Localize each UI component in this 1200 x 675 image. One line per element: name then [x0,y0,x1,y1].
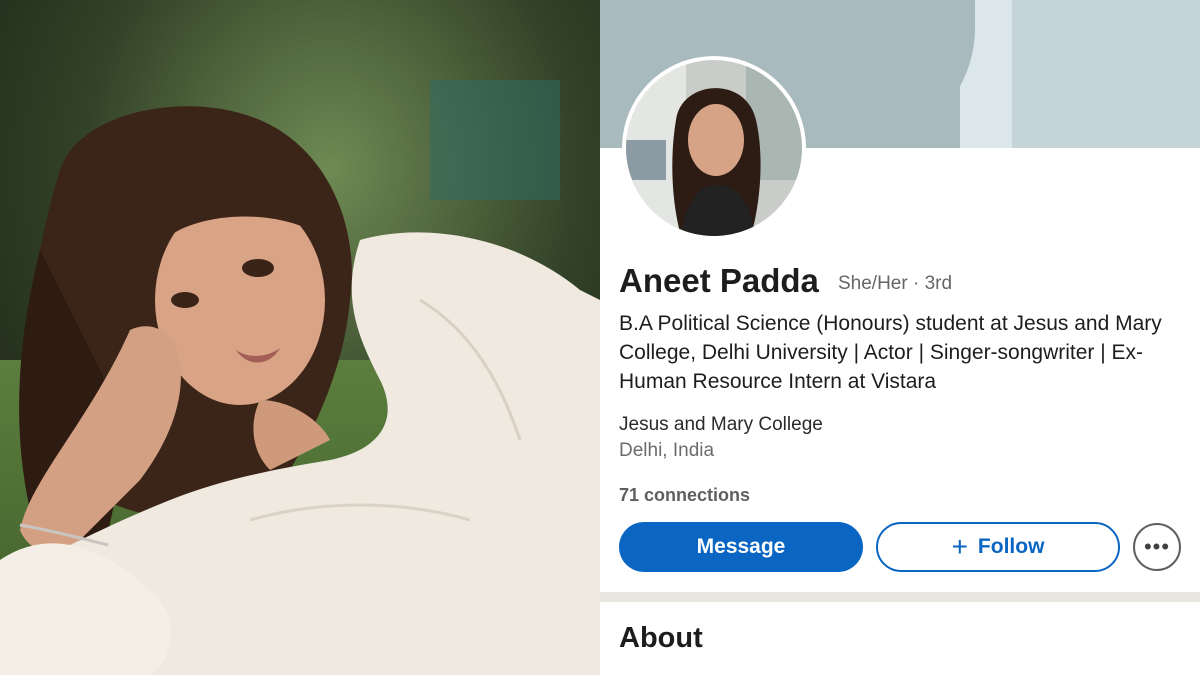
plus-icon: + [951,531,968,562]
message-button[interactable]: Message [619,522,863,572]
connections-count[interactable]: 71 connections [619,485,750,506]
follow-button-label: Follow [977,535,1045,558]
section-divider [600,592,1200,602]
pronouns-degree: She/Her · 3rd [838,273,953,294]
follow-button[interactable]: + Follow [876,522,1120,572]
profile-headline: B.A Political Science (Honours) student … [619,312,1162,393]
more-horizontal-icon[interactable]: ••• [1133,523,1181,571]
profile-card: Aneet Padda She/Her · 3rd B.A Political … [600,0,1200,675]
avatar[interactable] [622,56,806,240]
profile-name: Aneet Padda [619,262,819,299]
message-button-label: Message [696,535,786,558]
portrait-photo [0,0,600,675]
profile-location: Delhi, India [619,440,715,461]
about-heading: About [619,622,703,654]
education-school[interactable]: Jesus and Mary College [619,414,823,436]
